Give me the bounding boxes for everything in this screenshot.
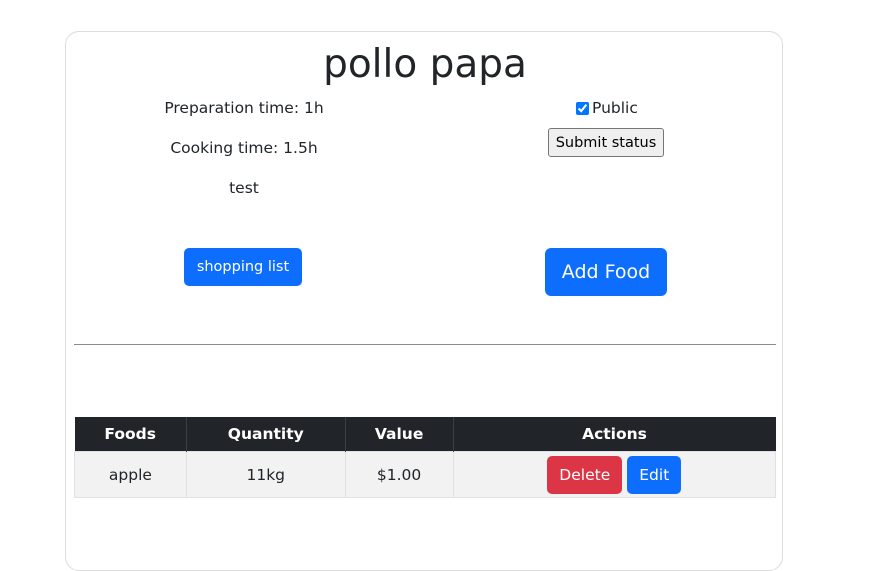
preparation-time: Preparation time: 1h (164, 99, 324, 117)
section-divider (74, 344, 776, 345)
table-header-row: Foods Quantity Value Actions (74, 417, 776, 452)
column-header-foods: Foods (74, 417, 187, 452)
food-cell: apple (74, 451, 187, 498)
column-header-quantity: Quantity (186, 417, 346, 452)
cooking-time: Cooking time: 1.5h (170, 139, 318, 157)
add-food-button[interactable]: Add Food (545, 248, 667, 296)
recipe-title: pollo papa (323, 42, 527, 87)
column-header-value: Value (345, 417, 454, 452)
foods-table: Foods Quantity Value Actions apple 11kg … (74, 417, 777, 498)
recipe-description: test (229, 179, 259, 197)
recipe-card: pollo papa Preparation time: 1h Cooking … (65, 31, 783, 571)
shopping-list-button[interactable]: shopping list (184, 248, 302, 286)
column-header-actions: Actions (453, 417, 776, 452)
table-row: apple 11kg $1.00 Delete Edit (74, 451, 777, 498)
edit-button[interactable]: Edit (627, 455, 682, 494)
public-label: Public (592, 99, 638, 117)
public-toggle[interactable]: Public (574, 98, 638, 118)
actions-cell: Delete Edit (452, 451, 777, 498)
quantity-cell: 11kg (185, 451, 346, 498)
value-cell: $1.00 (344, 451, 454, 498)
delete-button[interactable]: Delete (547, 455, 623, 494)
submit-status-button[interactable]: Submit status (548, 128, 664, 157)
public-checkbox[interactable] (576, 101, 589, 115)
